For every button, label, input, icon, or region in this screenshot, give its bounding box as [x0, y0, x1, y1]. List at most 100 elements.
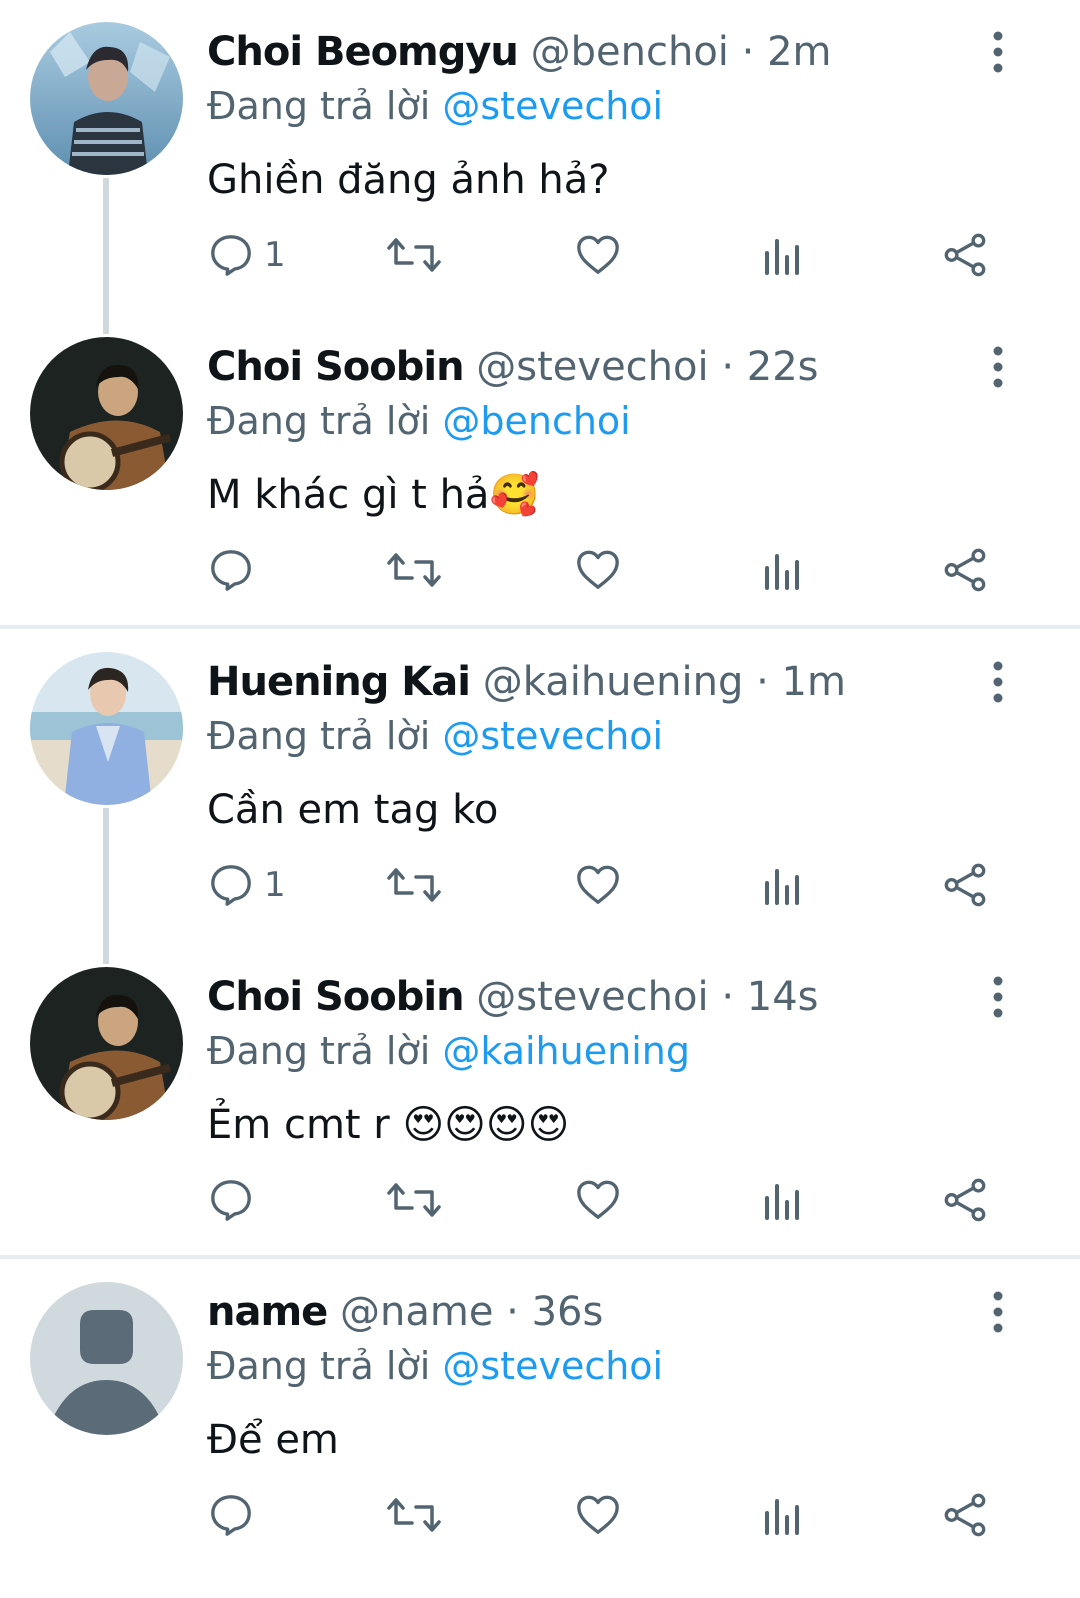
retweet-icon [386, 546, 442, 594]
reply-button[interactable]: 1 [208, 850, 286, 920]
like-button[interactable] [575, 535, 621, 605]
mention-link[interactable]: @stevechoi [442, 84, 663, 128]
like-button[interactable] [575, 850, 621, 920]
tweet-header: Choi Soobin @stevechoi · 14s [207, 969, 819, 1025]
more-icon[interactable] [982, 345, 1014, 389]
share-button[interactable] [942, 535, 988, 605]
avatar[interactable] [30, 967, 183, 1120]
views-icon [762, 1178, 802, 1222]
conversation-divider [0, 1255, 1080, 1259]
like-icon [575, 862, 621, 908]
mention-link[interactable]: @stevechoi [442, 714, 663, 758]
tweet[interactable]: name @name · 36s Đang trả lời @stevechoi… [0, 1260, 1080, 1575]
conversation-divider [0, 625, 1080, 629]
display-name[interactable]: Choi Beomgyu [207, 29, 519, 75]
emoji: 🥰 [489, 472, 540, 518]
like-icon [575, 232, 621, 278]
tweet[interactable]: Choi Beomgyu @benchoi · 2m Đang trả lời … [0, 0, 1080, 315]
views-button[interactable] [762, 535, 802, 605]
tweet[interactable]: Huening Kai @kaihuening · 1m Đang trả lờ… [0, 630, 1080, 945]
timestamp[interactable]: 14s [747, 974, 819, 1020]
avatar[interactable] [30, 22, 183, 175]
replying-to: Đang trả lời @benchoi [207, 393, 631, 449]
user-handle[interactable]: @name [340, 1289, 493, 1335]
retweet-icon [386, 861, 442, 909]
like-button[interactable] [575, 220, 621, 290]
user-handle[interactable]: @kaihuening [483, 659, 744, 705]
tweet-header: Huening Kai @kaihuening · 1m [207, 654, 846, 710]
tweet-text: Cần em tag ko [207, 780, 498, 840]
retweet-icon [386, 231, 442, 279]
emoji: 😍😍😍😍 [402, 1102, 570, 1148]
retweet-button[interactable] [386, 220, 442, 290]
replying-to-label: Đang trả lời [207, 1344, 431, 1388]
like-button[interactable] [575, 1165, 621, 1235]
replying-to: Đang trả lời @stevechoi [207, 78, 663, 134]
avatar[interactable] [30, 1282, 183, 1435]
action-bar [0, 1480, 1080, 1550]
share-icon [942, 547, 988, 593]
display-name[interactable]: Choi Soobin [207, 344, 465, 390]
separator-dot: · [756, 659, 769, 705]
reply-button[interactable] [208, 1480, 264, 1550]
timestamp[interactable]: 36s [532, 1289, 604, 1335]
mention-link[interactable]: @kaihuening [442, 1029, 690, 1073]
retweet-icon [386, 1491, 442, 1539]
views-button[interactable] [762, 1480, 802, 1550]
share-button[interactable] [942, 220, 988, 290]
separator-dot: · [741, 29, 755, 75]
views-button[interactable] [762, 220, 802, 290]
mention-link[interactable]: @benchoi [442, 399, 630, 443]
retweet-button[interactable] [386, 1165, 442, 1235]
reply-button[interactable]: 1 [208, 220, 286, 290]
avatar[interactable] [30, 337, 183, 490]
timestamp[interactable]: 22s [747, 344, 819, 390]
retweet-button[interactable] [386, 850, 442, 920]
views-button[interactable] [762, 1165, 802, 1235]
tweet[interactable]: Choi Soobin @stevechoi · 14s Đang trả lờ… [0, 945, 1080, 1260]
action-bar [0, 535, 1080, 605]
reply-button[interactable] [208, 1165, 264, 1235]
user-handle[interactable]: @benchoi [531, 29, 729, 75]
reply-icon [208, 1492, 254, 1538]
retweet-button[interactable] [386, 1480, 442, 1550]
tweet-header: Choi Beomgyu @benchoi · 2m [207, 24, 832, 80]
tweet-text: M khác gì t hả🥰 [207, 465, 539, 525]
replying-to: Đang trả lời @kaihuening [207, 1023, 690, 1079]
reply-button[interactable] [208, 535, 264, 605]
user-handle[interactable]: @stevechoi [476, 974, 708, 1020]
share-icon [942, 1492, 988, 1538]
tweet[interactable]: Choi Soobin @stevechoi · 22s Đang trả lờ… [0, 315, 1080, 630]
tweet-text-content: M khác gì t hả [207, 472, 490, 518]
retweet-button[interactable] [386, 535, 442, 605]
display-name[interactable]: name [207, 1289, 328, 1335]
display-name[interactable]: Choi Soobin [207, 974, 465, 1020]
replying-to-label: Đang trả lời [207, 1029, 431, 1073]
more-icon[interactable] [982, 975, 1014, 1019]
reply-icon [208, 547, 254, 593]
display-name[interactable]: Huening Kai [207, 659, 471, 705]
more-icon[interactable] [982, 1290, 1014, 1334]
views-button[interactable] [762, 850, 802, 920]
like-button[interactable] [575, 1480, 621, 1550]
replying-to: Đang trả lời @stevechoi [207, 1338, 663, 1394]
tweet-text-content: Ghiền đăng ảnh hả? [207, 157, 610, 203]
more-icon[interactable] [982, 30, 1014, 74]
retweet-icon [386, 1176, 442, 1224]
more-icon[interactable] [982, 660, 1014, 704]
reply-icon [208, 232, 254, 278]
timestamp[interactable]: 1m [782, 659, 846, 705]
separator-dot: · [721, 344, 735, 390]
share-button[interactable] [942, 1165, 988, 1235]
mention-link[interactable]: @stevechoi [442, 1344, 663, 1388]
views-icon [762, 863, 802, 907]
reply-count: 1 [264, 865, 286, 905]
timestamp[interactable]: 2m [767, 29, 831, 75]
avatar[interactable] [30, 652, 183, 805]
like-icon [575, 547, 621, 593]
tweet-text: Để em [207, 1410, 339, 1470]
user-handle[interactable]: @stevechoi [476, 344, 708, 390]
share-button[interactable] [942, 1480, 988, 1550]
share-button[interactable] [942, 850, 988, 920]
tweet-text-content: Để em [207, 1417, 339, 1463]
